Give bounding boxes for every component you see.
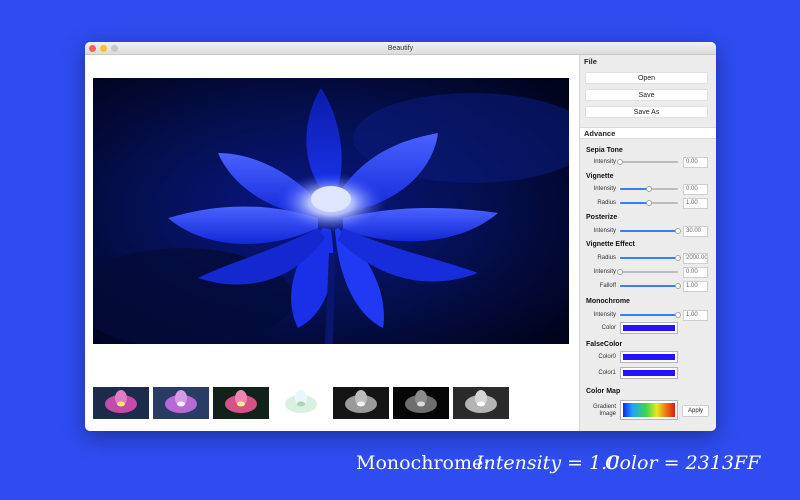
sepia-intensity-label: Intensity (593, 159, 616, 165)
monochrome-intensity-field[interactable]: 1.00 (683, 310, 708, 321)
window-title: Beautify (387, 45, 414, 52)
vignette-radius-field[interactable]: 1.00 (683, 198, 708, 209)
monochrome-title: Monochrome (586, 298, 630, 305)
gradient-image-well[interactable] (620, 400, 678, 420)
monochrome-intensity-slider[interactable] (620, 312, 681, 318)
gradient-image-label: Gradient Image (592, 404, 616, 417)
slider-knob[interactable] (675, 283, 681, 289)
vignette-radius-slider[interactable] (620, 200, 678, 206)
vignette-effect-falloff-slider[interactable] (620, 283, 681, 289)
caption-effect: Monochrome: (356, 452, 490, 474)
vignette-effect-falloff-label: Falloff (599, 283, 616, 289)
vignette-intensity-label: Intensity (593, 186, 616, 192)
maximize-window-button[interactable] (111, 45, 118, 52)
lotus-photo (93, 78, 569, 344)
monochrome-color-well[interactable] (620, 322, 678, 334)
thumbnail-filter-7[interactable] (453, 387, 509, 419)
vignette-effect-falloff-field[interactable]: 1.00 (683, 281, 708, 292)
thumbnail-filter-1[interactable] (93, 387, 149, 419)
posterize-intensity-field[interactable]: 30.00 (683, 226, 708, 237)
slider-knob[interactable] (646, 186, 652, 192)
apply-button[interactable]: Apply (682, 405, 709, 417)
vignette-effect-intensity-field[interactable]: 0.00 (683, 267, 708, 278)
vignette-title: Vignette (586, 173, 614, 180)
open-button[interactable]: Open (585, 72, 708, 84)
false-color1-label: Color1 (598, 370, 616, 376)
posterize-intensity-label: Intensity (593, 228, 616, 234)
vignette-radius-label: Radius (597, 200, 616, 206)
slider-knob[interactable] (617, 269, 623, 275)
false-color-title: FalseColor (586, 341, 623, 348)
image-preview[interactable] (93, 78, 569, 344)
controls-sidebar: File Open Save Save As Advance Sepia Ton… (579, 55, 716, 431)
vignette-effect-intensity-slider[interactable] (617, 269, 678, 275)
save-as-button[interactable]: Save As (585, 106, 708, 118)
false-color0-well[interactable] (620, 351, 678, 363)
thumbnail-filter-5[interactable] (333, 387, 389, 419)
caption-color: Color = 2313FF (605, 452, 761, 474)
thumbnail-filter-3[interactable] (213, 387, 269, 419)
advance-section-title: Advance (580, 127, 716, 139)
vignette-effect-radius-label: Radius (597, 255, 616, 261)
sepia-intensity-slider[interactable] (617, 159, 678, 165)
vignette-effect-title: Vignette Effect (586, 241, 635, 248)
vignette-effect-radius-field[interactable]: 2000.00 (683, 253, 708, 264)
posterize-title: Posterize (586, 214, 618, 221)
monochrome-color-label: Color (601, 325, 616, 331)
minimize-window-button[interactable] (100, 45, 107, 52)
slider-knob[interactable] (675, 255, 681, 261)
thumbnail-filter-2[interactable] (153, 387, 209, 419)
vignette-effect-intensity-label: Intensity (593, 269, 616, 275)
slider-knob[interactable] (675, 228, 681, 234)
file-section-title: File (584, 57, 597, 66)
title-bar: Beautify (85, 42, 716, 55)
thumbnail-filter-4[interactable] (273, 387, 329, 419)
false-color1-well[interactable] (620, 367, 678, 379)
app-window: Beautify File Open Save Save As Advance … (85, 42, 716, 431)
thumbnail-filter-6[interactable] (393, 387, 449, 419)
save-button[interactable]: Save (585, 89, 708, 101)
slider-knob[interactable] (675, 312, 681, 318)
false-color0-label: Color0 (598, 354, 616, 360)
monochrome-intensity-label: Intensity (593, 312, 616, 318)
caption-intensity: Intensity = 1.0 (476, 452, 620, 474)
vignette-intensity-slider[interactable] (620, 186, 678, 192)
slider-knob[interactable] (646, 200, 652, 206)
slider-knob[interactable] (617, 159, 623, 165)
vignette-intensity-field[interactable]: 0.00 (683, 184, 708, 195)
color-map-title: Color Map (586, 388, 621, 395)
sepia-intensity-field[interactable]: 0.00 (683, 157, 708, 168)
posterize-intensity-slider[interactable] (620, 228, 681, 234)
vignette-effect-radius-slider[interactable] (620, 255, 681, 261)
sepia-tone-title: Sepia Tone (586, 147, 623, 154)
close-window-button[interactable] (89, 45, 96, 52)
